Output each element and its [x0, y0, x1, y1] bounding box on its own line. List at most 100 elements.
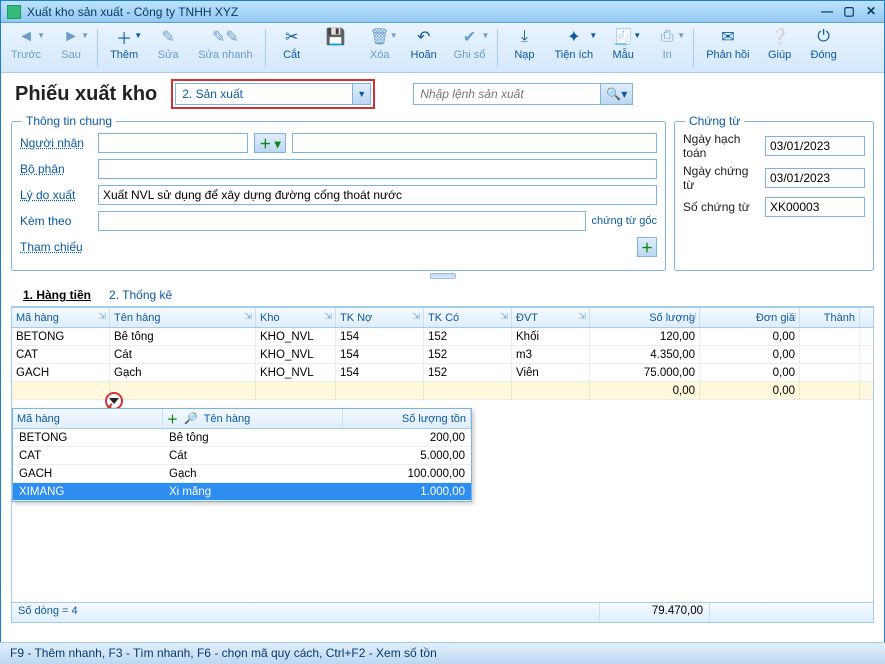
col-thanh[interactable]: Thành	[800, 308, 860, 327]
close-window-button[interactable]: ✕	[864, 5, 878, 19]
cut-icon: ✂	[282, 27, 302, 47]
receiver-picker-button[interactable]: ＋ ▾	[254, 133, 286, 153]
grid-row[interactable]: CATCátKHO_NVL154152m34.350,000,00	[12, 346, 873, 364]
window-title: Xuất kho sản xuất - Công ty TNHH XYZ	[27, 5, 820, 19]
grid-row[interactable]: BETONGBê tôngKHO_NVL154152Khối120,000,00	[12, 328, 873, 346]
window-titlebar: Xuất kho sản xuất - Công ty TNHH XYZ — ▢…	[1, 1, 884, 23]
toolbar-fb-button[interactable]: ✉Phản hồi	[700, 25, 755, 63]
grid-new-row[interactable]: 0,00 0,00	[12, 382, 873, 400]
grid-header: Mã hàng⇲ Tên hàng⇲ Kho⇲ TK Nợ⇲ TK Có⇲ ĐV…	[12, 308, 873, 328]
voucher-type-select[interactable]: 2. Sản xuất ▼	[175, 83, 371, 105]
chevron-down-icon: ▼	[37, 31, 45, 40]
chevron-down-icon: ▼	[677, 31, 685, 40]
toolbar-prev-button: ◄Trước▼	[5, 25, 47, 63]
help-icon: ❔	[770, 27, 790, 47]
toolbar-cut-button[interactable]: ✂Cắt	[272, 25, 312, 63]
util-icon: ✦	[564, 27, 584, 47]
plus-icon[interactable]: ＋	[167, 411, 178, 427]
header-row: Phiếu xuất kho 2. Sản xuất ▼ 🔍▾	[1, 73, 884, 115]
chevron-down-icon[interactable]: ▼	[352, 84, 370, 104]
toolbar-undo-button[interactable]: ↶Hoãn	[404, 25, 444, 63]
binoculars-icon[interactable]: 🔎	[184, 412, 198, 425]
popup-row[interactable]: XIMANGXi măng1.000,00	[13, 483, 471, 501]
item-lookup-popup[interactable]: Mã hàng ＋ 🔎 Tên hàng Số lượng tồn BETONG…	[12, 408, 472, 502]
col-mahang[interactable]: Mã hàng⇲	[12, 308, 110, 327]
col-dongia[interactable]: Đơn giá⇲	[700, 308, 800, 327]
tmpl-icon: 🧾	[613, 27, 633, 47]
col-soluong[interactable]: Số lượng⇲	[590, 308, 700, 327]
toolbar-util-button[interactable]: ✦Tiện ích▼	[548, 25, 599, 63]
chevron-down-icon: ▼	[81, 31, 89, 40]
voucher-legend: Chứng từ	[685, 114, 744, 128]
save-icon: 💾	[326, 27, 346, 47]
popup-row[interactable]: BETONGBê tông200,00	[13, 429, 471, 447]
popup-col-tenhang[interactable]: ＋ 🔎 Tên hàng	[163, 409, 343, 428]
general-legend: Thông tin chung	[22, 114, 116, 128]
voucher-type-highlight: 2. Sản xuất ▼	[171, 79, 375, 109]
voucher-type-value: 2. Sản xuất	[176, 87, 352, 101]
production-order-search[interactable]: 🔍▾	[413, 83, 633, 105]
general-info-group: Thông tin chung Người nhận ＋ ▾ Bộ phận L…	[11, 121, 666, 271]
chevron-down-icon	[109, 398, 119, 404]
status-bar: F9 - Thêm nhanh, F3 - Tìm nhanh, F6 - ch…	[0, 642, 885, 664]
tab-stats[interactable]: 2. Thống kê	[107, 285, 174, 306]
chevron-down-icon: ▼	[633, 31, 641, 40]
toolbar-add-button[interactable]: ＋Thêm▼	[104, 25, 144, 63]
col-tenhang[interactable]: Tên hàng⇲	[110, 308, 256, 327]
popup-col-mahang[interactable]: Mã hàng	[13, 409, 163, 428]
col-tkno[interactable]: TK Nợ⇲	[336, 308, 424, 327]
toolbar-load-button[interactable]: ⤓Nạp	[504, 25, 544, 63]
ref-label[interactable]: Tham chiếu	[20, 240, 92, 254]
chevron-down-icon: ▼	[589, 31, 597, 40]
post-icon: ✔	[460, 27, 480, 47]
items-grid[interactable]: Mã hàng⇲ Tên hàng⇲ Kho⇲ TK Nợ⇲ TK Có⇲ ĐV…	[11, 307, 874, 623]
toolbar-edit-button: ✎Sửa	[148, 25, 188, 63]
popup-row[interactable]: GACHGạch100.000,00	[13, 465, 471, 483]
close-icon: ⏻	[814, 27, 834, 47]
attach-label: Kèm theo	[20, 214, 92, 228]
reason-input[interactable]: Xuất NVL sử dụng để xây dựng đường cống …	[98, 185, 657, 205]
tab-items[interactable]: 1. Hàng tiền	[21, 285, 93, 306]
ref-add-button[interactable]: ＋	[637, 237, 657, 257]
toolbar-close-button[interactable]: ⏻Đóng	[804, 25, 844, 63]
popup-row[interactable]: CATCát5.000,00	[13, 447, 471, 465]
search-icon[interactable]: 🔍▾	[600, 84, 632, 104]
col-kho[interactable]: Kho⇲	[256, 308, 336, 327]
dept-label[interactable]: Bộ phận	[20, 162, 92, 176]
search-input[interactable]	[414, 87, 600, 101]
main-toolbar: ◄Trước▼►Sau▼＋Thêm▼✎Sửa✎✎Sửa nhanh✂Cắt💾🗑X…	[1, 23, 884, 73]
acc-date-label: Ngày hạch toán	[683, 132, 759, 160]
vch-no-input[interactable]: XK00003	[765, 197, 865, 217]
vch-date-input[interactable]: 03/01/2023	[765, 168, 865, 188]
minimize-button[interactable]: —	[820, 5, 834, 19]
chevron-down-icon: ▼	[482, 31, 490, 40]
toolbar-save-button[interactable]: 💾	[316, 25, 356, 51]
col-tkco[interactable]: TK Có⇲	[424, 308, 512, 327]
acc-date-input[interactable]: 03/01/2023	[765, 136, 865, 156]
del-icon: 🗑	[370, 27, 390, 47]
receiver-code-input[interactable]	[98, 133, 248, 153]
attach-input[interactable]	[98, 211, 586, 231]
col-dvt[interactable]: ĐVT⇲	[512, 308, 590, 327]
receiver-label[interactable]: Người nhận	[20, 136, 92, 150]
maximize-button[interactable]: ▢	[842, 5, 856, 19]
dept-input[interactable]	[98, 159, 657, 179]
toolbar-tmpl-button[interactable]: 🧾Mẫu▼	[603, 25, 643, 63]
detail-tabs: 1. Hàng tiền 2. Thống kê	[11, 283, 874, 307]
toolbar-help-button[interactable]: ❔Giúp	[760, 25, 800, 63]
add-icon: ＋	[114, 27, 134, 47]
fb-icon: ✉	[718, 27, 738, 47]
load-icon: ⤓	[514, 27, 534, 47]
splitter[interactable]	[1, 271, 884, 281]
vch-no-label: Số chứng từ	[683, 200, 759, 214]
reason-label[interactable]: Lý do xuất	[20, 188, 92, 202]
qedit-icon: ✎✎	[215, 27, 235, 47]
chevron-down-icon: ▼	[390, 31, 398, 40]
toolbar-print-button: ⎙In▼	[647, 25, 687, 63]
app-icon	[7, 5, 21, 19]
rowcount-label: Số dòng = 4	[12, 603, 600, 622]
next-icon: ►	[61, 27, 81, 47]
grid-row[interactable]: GACHGạchKHO_NVL154152Viên75.000,000,00	[12, 364, 873, 382]
popup-col-soluongton[interactable]: Số lượng tồn	[343, 409, 471, 428]
receiver-name-input[interactable]	[292, 133, 657, 153]
